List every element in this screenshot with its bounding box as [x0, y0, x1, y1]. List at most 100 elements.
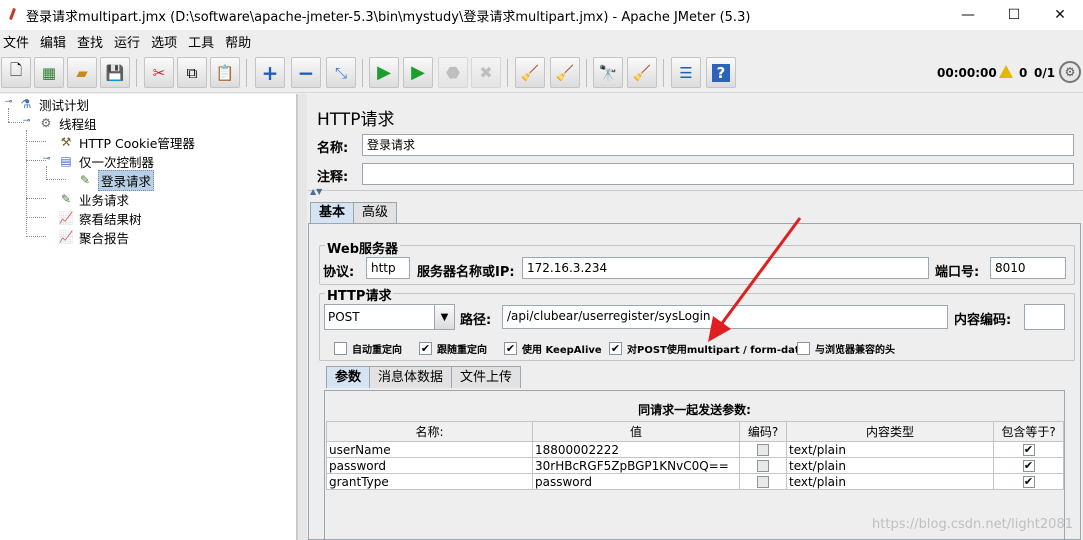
menu-help[interactable]: 帮助 [222, 32, 257, 51]
param-value-cell[interactable]: password [532, 473, 740, 490]
tree-expand-handle[interactable]: ⊸ [22, 117, 31, 126]
param-name-cell[interactable]: password [326, 457, 533, 474]
comment-field[interactable] [362, 163, 1074, 185]
toggle-button[interactable]: ⤡ [326, 57, 356, 88]
multipart-option[interactable]: ✔ 对POST使用multipart / form-data [609, 341, 806, 356]
cut-button[interactable]: ✂ [144, 57, 174, 88]
templates-button[interactable]: ▦ [34, 57, 64, 88]
tree-node-test-plan[interactable]: ⚗ 测试计划 [17, 95, 89, 113]
tree-node-aggregate-report[interactable]: 📈 聚合报告 [57, 228, 130, 246]
reset-search-button[interactable]: 🧹 [627, 57, 657, 88]
param-encode-cell[interactable] [739, 441, 787, 458]
expand-all-button[interactable]: + [255, 57, 285, 88]
include-equals-checkbox[interactable]: ✔ [1022, 444, 1035, 456]
paste-button[interactable]: 📋 [210, 57, 240, 88]
param-value-cell[interactable]: 18800002222 [532, 441, 740, 458]
param-value-cell[interactable]: 30rHBcRGF5ZpBGP1KNvC0Q== [532, 457, 740, 474]
param-encode-cell[interactable] [739, 457, 787, 474]
tree-node-results-tree[interactable]: 📈 察看结果树 [57, 209, 142, 227]
column-header-name[interactable]: 名称: [326, 421, 533, 442]
protocol-field[interactable]: http [366, 257, 410, 279]
collapse-divider[interactable]: ▲▼ [308, 187, 1083, 196]
open-button[interactable]: ▰ [67, 57, 97, 88]
column-header-value[interactable]: 值 [532, 421, 740, 442]
encode-checkbox[interactable] [757, 460, 769, 472]
param-name-cell[interactable]: grantType [326, 473, 533, 490]
tree-node-thread-group[interactable]: ⚙ 线程组 [37, 114, 97, 132]
param-content-type-cell[interactable]: text/plain [786, 441, 994, 458]
follow-redirect-option[interactable]: ✔ 跟随重定向 [419, 341, 487, 356]
tree-node-cookie-manager[interactable]: ⚒ HTTP Cookie管理器 [57, 133, 195, 151]
auto-redirect-option[interactable]: 自动重定向 [334, 341, 402, 356]
param-encode-cell[interactable] [739, 473, 787, 490]
path-field[interactable]: /api/clubear/userregister/sysLogin [502, 305, 948, 329]
start-button[interactable]: ▶ [369, 57, 399, 88]
table-row[interactable]: password 30rHBcRGF5ZpBGP1KNvC0Q== text/p… [326, 457, 1064, 474]
chevron-down-icon[interactable]: ▼ [434, 305, 454, 329]
column-header-encode[interactable]: 编码? [739, 421, 787, 442]
tree-node-business-request[interactable]: ✎ 业务请求 [57, 190, 129, 208]
auto-redirect-checkbox[interactable] [334, 342, 347, 355]
encode-checkbox[interactable] [757, 444, 769, 456]
param-content-type-cell[interactable]: text/plain [786, 473, 994, 490]
collapse-all-button[interactable]: − [291, 57, 321, 88]
table-row[interactable]: grantType password text/plain ✔ [326, 473, 1064, 490]
tree-node-login-request[interactable]: ✎ 登录请求 [76, 169, 155, 191]
param-content-type-cell[interactable]: text/plain [786, 457, 994, 474]
browser-headers-checkbox[interactable] [797, 342, 810, 355]
keepalive-checkbox[interactable]: ✔ [504, 342, 517, 355]
menu-file[interactable]: 文件 [0, 32, 35, 51]
warning-icon[interactable] [999, 65, 1013, 78]
close-button[interactable]: ✕ [1037, 0, 1083, 30]
tab-parameters[interactable]: 参数 [326, 366, 371, 388]
port-field[interactable]: 8010 [990, 257, 1066, 279]
shutdown-button[interactable]: ✖ [471, 57, 501, 88]
clear-all-button[interactable]: 🧹 [550, 57, 580, 88]
menu-run[interactable]: 运行 [111, 32, 146, 51]
tab-advanced[interactable]: 高级 [353, 202, 398, 223]
param-include-equals-cell[interactable]: ✔ [993, 441, 1064, 458]
maximize-button[interactable]: ☐ [991, 0, 1037, 30]
menu-tools[interactable]: 工具 [185, 32, 220, 51]
new-plan-button[interactable]: 🗋 [1, 57, 31, 88]
method-select[interactable]: POST ▼ [324, 304, 455, 330]
tab-basic[interactable]: 基本 [310, 202, 355, 223]
copy-button[interactable]: ⧉ [177, 57, 207, 88]
function-helper-button[interactable]: ☰ [671, 57, 701, 88]
menu-edit[interactable]: 编辑 [37, 32, 72, 51]
tree-expand-handle[interactable]: ⊸ [42, 155, 51, 164]
tree-node-once-controller[interactable]: ▤ 仅一次控制器 [57, 152, 154, 170]
column-header-include-equals[interactable]: 包含等于? [993, 421, 1064, 442]
minimize-button[interactable]: — [945, 0, 991, 30]
include-equals-checkbox[interactable]: ✔ [1022, 476, 1035, 488]
start-no-pause-button[interactable]: ▶ [403, 57, 433, 88]
menu-options[interactable]: 选项 [148, 32, 183, 51]
remote-status-icon[interactable]: ⚙ [1059, 61, 1081, 83]
encoding-field[interactable] [1024, 304, 1065, 330]
menu-search[interactable]: 查找 [74, 32, 109, 51]
browser-headers-option[interactable]: 与浏览器兼容的头 [797, 341, 895, 356]
clear-button[interactable]: 🧹 [515, 57, 545, 88]
keepalive-option[interactable]: ✔ 使用 KeepAlive [504, 341, 602, 356]
sampler-icon: ✎ [79, 173, 91, 187]
follow-redirect-checkbox[interactable]: ✔ [419, 342, 432, 355]
param-include-equals-cell[interactable]: ✔ [993, 457, 1064, 474]
panel-splitter[interactable] [297, 94, 307, 540]
name-field[interactable]: 登录请求 [362, 134, 1074, 156]
server-field[interactable]: 172.16.3.234 [522, 257, 929, 279]
save-button[interactable]: 💾 [100, 57, 130, 88]
include-equals-checkbox[interactable]: ✔ [1022, 460, 1035, 472]
param-include-equals-cell[interactable]: ✔ [993, 473, 1064, 490]
stop-button[interactable]: ⬣ [438, 57, 468, 88]
encode-checkbox[interactable] [757, 476, 769, 488]
multipart-checkbox[interactable]: ✔ [609, 342, 622, 355]
table-row[interactable]: userName 18800002222 text/plain ✔ [326, 441, 1064, 458]
param-name-cell[interactable]: userName [326, 441, 533, 458]
new-file-icon: 🗋 [9, 61, 23, 79]
tab-file-upload[interactable]: 文件上传 [451, 366, 522, 388]
tree-expand-handle[interactable]: ⊸ [4, 98, 13, 107]
help-button[interactable]: ? [706, 57, 736, 88]
tab-body-data[interactable]: 消息体数据 [369, 366, 453, 388]
search-button[interactable]: 🔭 [593, 57, 623, 88]
column-header-content-type[interactable]: 内容类型 [786, 421, 994, 442]
